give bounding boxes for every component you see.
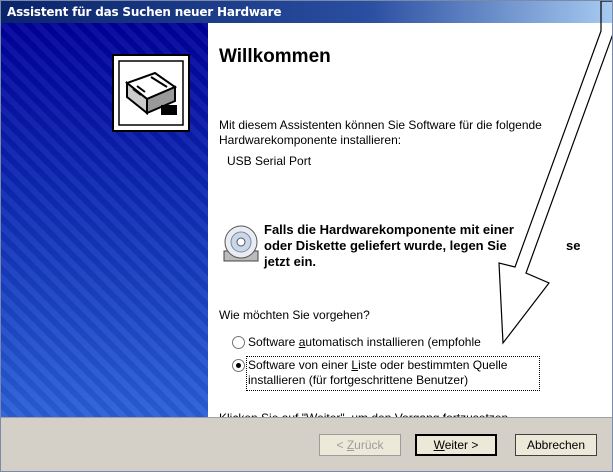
wizard-window: Assistent für das Suchen neuer Hardware … bbox=[0, 0, 613, 472]
disk-note-line2: oder Diskette geliefert wurde, legen Sie bbox=[264, 238, 507, 253]
disk-note-partial: se bbox=[566, 238, 581, 253]
intro-text-line1: Mit diesem Assistenten können Sie Softwa… bbox=[219, 118, 542, 132]
window-title: Assistent für das Suchen neuer Hardware bbox=[7, 5, 282, 19]
device-name: USB Serial Port bbox=[227, 154, 312, 168]
option-list-label-line2[interactable]: installieren (für fortgeschrittene Benut… bbox=[248, 373, 468, 387]
hardware-card-icon bbox=[112, 54, 190, 132]
cancel-button[interactable]: Abbrechen bbox=[515, 434, 597, 456]
question-label: Wie möchten Sie vorgehen? bbox=[219, 308, 370, 322]
disk-note-line3: jetzt ein. bbox=[264, 254, 317, 269]
wizard-sidebar bbox=[1, 23, 208, 417]
intro-text-line2: Hardwarekomponente installieren: bbox=[219, 133, 402, 147]
option-list-radio[interactable] bbox=[232, 359, 245, 372]
back-button[interactable]: < Zurück bbox=[319, 434, 401, 456]
disk-note-line1: Falls die Hardwarekomponente mit einer bbox=[264, 222, 514, 237]
cd-disk-icon bbox=[223, 225, 259, 262]
page-title: Willkommen bbox=[219, 46, 331, 67]
wizard-content: Willkommen Mit diesem Assistenten können… bbox=[208, 23, 612, 425]
title-bar[interactable]: Assistent für das Suchen neuer Hardware bbox=[1, 1, 612, 23]
option-list-label[interactable]: Software von einer Liste oder bestimmten… bbox=[248, 358, 507, 372]
button-bar: < Zurück Weiter > Abbrechen bbox=[1, 417, 612, 471]
option-auto-radio[interactable] bbox=[232, 336, 245, 349]
next-button[interactable]: Weiter > bbox=[415, 434, 497, 456]
option-auto-label[interactable]: Software automatisch installieren (empfo… bbox=[248, 335, 481, 349]
